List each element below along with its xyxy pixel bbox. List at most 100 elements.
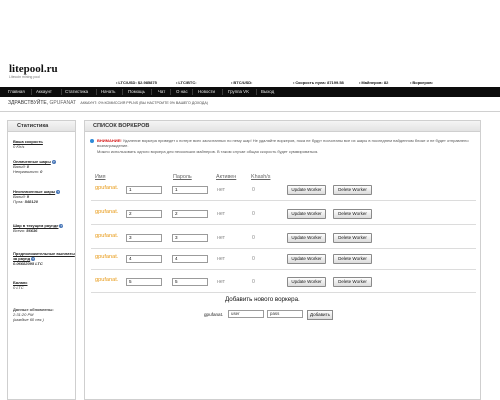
add-worker-prefix: gpufanat. [204,312,224,317]
nav-separator [192,89,193,95]
col-name: Имя [95,174,106,180]
worker-password-input[interactable]: 1 [172,186,208,194]
delete-worker-button[interactable]: Delete Worker [333,209,372,219]
stat-pool-speed: •Скорость пула: 87199.58 [293,80,344,85]
row-separator [91,292,476,293]
update-worker-button[interactable]: Update Worker [287,209,326,219]
update-worker-button[interactable]: Update Worker [287,233,326,243]
col-khash: Khash/s [251,174,271,180]
row-separator [91,248,476,249]
worker-active: нет [217,256,225,262]
sb-valid-shares-invalid: Неправильно: 0 [13,169,43,175]
help-icon[interactable]: ? [59,223,64,228]
worker-name-input[interactable]: 5 [126,278,162,286]
worker-password-input[interactable]: 4 [172,255,208,263]
update-worker-button[interactable]: Update Worker [287,254,326,264]
account-note: АККАУНТ: 0% КОМИССИЯ PPLNS (ВЫ НАСТРОИТЕ… [80,101,208,105]
welcome-greeting: ЗДРАВСТВУЙТЕ, [8,100,49,106]
stats-sidebar: Статистика Ваша скорость 0 Kh/s Оплаченн… [7,120,76,400]
nav-chat[interactable]: Чат [157,87,166,97]
worker-name-input[interactable]: 1 [126,186,162,194]
nav-separator [170,89,171,95]
worker-password-input[interactable]: 3 [172,234,208,242]
col-password: Пароль [173,174,192,180]
add-worker-title: Добавить нового воркера. [225,296,300,303]
nav-separator [31,89,32,95]
nav-logout[interactable]: Выход [260,87,275,97]
add-worker-pass-input[interactable]: pass [267,310,303,318]
worker-active: нет [217,279,225,285]
row-separator [91,200,476,201]
sb-last-update: Данные обновлены: 2:31:20 PM (каждые 60 … [13,307,75,323]
help-icon[interactable]: ? [56,189,61,194]
worker-prefix: gpufanat. [95,185,119,191]
nav-separator [61,89,62,95]
worker-hashrate: 0 [252,256,255,262]
site-logo[interactable]: litepool.ru [9,63,58,75]
workers-panel: СПИСОК ВОРКЕРОВ ВНИМАНИЕ! Удаление ворке… [84,120,481,400]
nav-vk-group[interactable]: Группа VK [227,87,250,97]
nav-separator [122,89,123,95]
workers-panel-title: СПИСОК ВОРКЕРОВ [85,121,480,132]
worker-hashrate: 0 [252,279,255,285]
worker-prefix: gpufanat. [95,209,119,215]
sb-valid-shares: Оплаченные шары? Валид: 0 Неправильно: 0 [13,159,75,175]
delete-worker-button[interactable]: Delete Worker [333,185,372,195]
main-nav: Главная Аккаунт Статистика Начать Помощь… [0,87,500,97]
sb-hashrate: Ваша скорость 0 Kh/s [13,139,75,149]
sb-estimate-value: 0.06682095 LTC [13,261,43,267]
delete-worker-button[interactable]: Delete Worker [333,233,372,243]
update-worker-button[interactable]: Update Worker [287,185,326,195]
worker-name-input[interactable]: 4 [126,255,162,263]
sb-unpaid-shares: Неоплаченные шары? Валид: 9 Пула: 548120 [13,189,75,205]
welcome-username: GPUFANAT [49,100,77,106]
warning-notice: ВНИМАНИЕ! Удаление воркера приведет к по… [90,138,477,154]
help-icon[interactable]: ? [51,159,56,164]
col-active: Активен [216,174,237,180]
nav-help[interactable]: Помощь [127,87,146,97]
worker-name-input[interactable]: 2 [126,210,162,218]
sb-estimate: Предположительные выплаты за раунд? 0.06… [13,251,75,267]
stat-btc-usd: •BTC/USD: [231,80,253,85]
sb-round-shares-total: Всего: 56636 [13,228,38,234]
delete-worker-button[interactable]: Delete Worker [333,277,372,287]
worker-prefix: gpufanat. [95,277,119,283]
sidebar-title: Статистика [8,121,75,132]
update-worker-button[interactable]: Update Worker [287,277,326,287]
row-separator [91,269,476,270]
nav-start[interactable]: Начать [100,87,116,97]
nav-separator [222,89,223,95]
nav-separator [151,89,152,95]
worker-hashrate: 0 [252,235,255,241]
welcome-line: ЗДРАВСТВУЙТЕ, GPUFANAT АККАУНТ: 0% КОМИС… [8,100,208,106]
worker-hashrate: 0 [252,187,255,193]
stat-ltc-usd: •LTC/USD: $2.985875 [116,80,157,85]
nav-account[interactable]: Аккаунт [35,87,53,97]
stat-ltc-btc: •LTC/BTC: [176,80,197,85]
sb-estimate-title: Предположительные выплаты за раунд [13,251,75,262]
row-separator [91,224,476,225]
nav-stats[interactable]: Статистика [64,87,89,97]
nav-news[interactable]: Новости [197,87,216,97]
worker-password-input[interactable]: 5 [172,278,208,286]
add-worker-user-input[interactable]: user [228,310,264,318]
delete-worker-button[interactable]: Delete Worker [333,254,372,264]
nav-about[interactable]: О нас [175,87,189,97]
warning-text: Удаление воркера приведет к потере всех … [97,138,469,149]
nav-home[interactable]: Главная [7,87,26,97]
info-icon [90,139,94,143]
worker-active: нет [217,187,225,193]
sb-balance: Баланс 0 LTC [13,280,75,290]
stat-workers: •Воркеров: [410,80,434,85]
stat-miners: •Майнеров: 82 [359,80,389,85]
nav-separator [256,89,257,95]
sb-unpaid-pool: Пула: 548120 [13,199,38,205]
worker-password-input[interactable]: 2 [172,210,208,218]
sb-balance-value: 0 LTC [13,285,24,291]
add-worker-button[interactable]: Добавить [307,310,333,320]
worker-active: нет [217,211,225,217]
sb-round-shares: Шар в текущем раунде? Всего: 56636 [13,223,75,233]
worker-prefix: gpufanat. [95,254,119,260]
sb-last-update-interval: (каждые 60 сек.) [13,317,44,323]
worker-name-input[interactable]: 3 [126,234,162,242]
